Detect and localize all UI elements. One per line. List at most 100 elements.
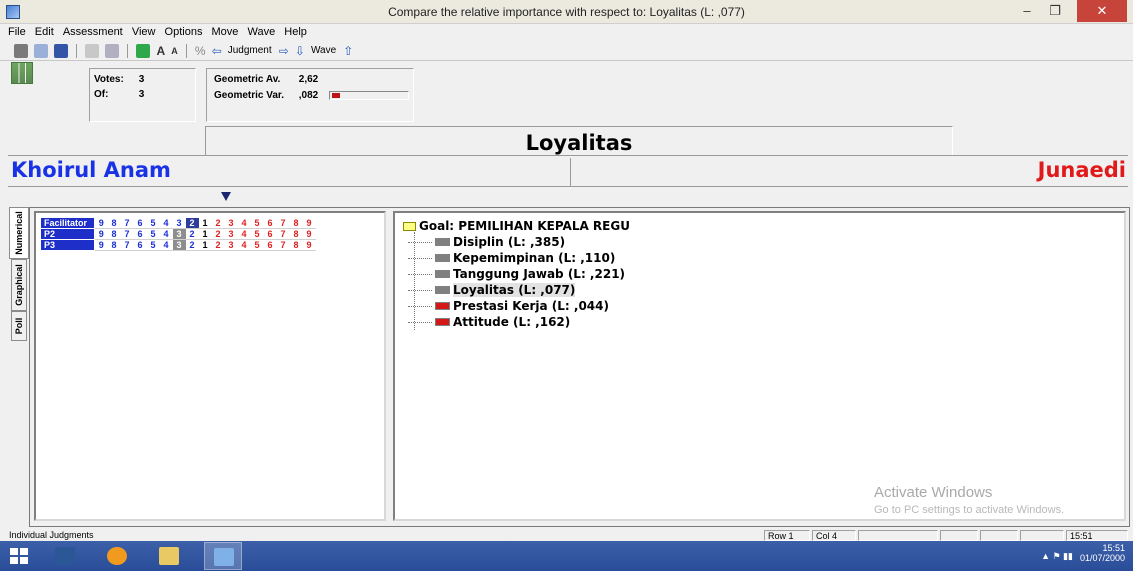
matrix-grid-icon[interactable]	[11, 62, 33, 84]
scale-cell[interactable]: 2	[185, 217, 199, 229]
scale-cell[interactable]: 9	[95, 218, 108, 229]
scale-cell[interactable]: 3	[225, 229, 238, 240]
minimize-icon[interactable]: –	[1013, 0, 1041, 22]
judgment-prev-icon[interactable]: ⇦	[212, 41, 222, 61]
scale-cell-equal[interactable]: 1	[199, 240, 212, 251]
scale-cell[interactable]: 8	[108, 229, 121, 240]
print-icon[interactable]	[14, 44, 28, 58]
chrome-like-icon[interactable]	[98, 542, 136, 570]
scale-cell[interactable]: 2	[212, 218, 225, 229]
font-smaller-icon[interactable]: A	[171, 41, 178, 61]
tree-node[interactable]: Loyalitas (L: ,077)	[401, 282, 630, 298]
expert-choice-icon[interactable]	[204, 542, 242, 570]
scale-cell[interactable]: 8	[108, 218, 121, 229]
scale-cell[interactable]: 2	[186, 229, 199, 240]
word-icon[interactable]	[46, 542, 84, 570]
scale-cell[interactable]: 2	[186, 240, 199, 251]
judgment-matrix-panel[interactable]: Facilitator 9 8 7 6 5 4 3 2 1 2 3 4 5 6 7 8 9 P2 9 8 7 6 5 4 3 2 1 2…	[34, 211, 386, 521]
scale-cell[interactable]: 6	[134, 240, 147, 251]
tab-graphical[interactable]: Graphical	[11, 259, 27, 311]
scale-cell[interactable]: 9	[95, 240, 108, 251]
copy-icon[interactable]	[105, 44, 120, 58]
tab-numerical[interactable]: Numerical	[9, 207, 29, 259]
scale-cell[interactable]: 2	[212, 229, 225, 240]
scale-cell[interactable]: 4	[160, 240, 173, 251]
judgment-next-icon[interactable]: ⇨	[279, 41, 289, 61]
scale-cell[interactable]: 3	[172, 228, 186, 240]
scale-cell[interactable]: 8	[290, 218, 303, 229]
menu-file[interactable]: File	[8, 24, 26, 41]
menu-move[interactable]: Move	[212, 24, 239, 41]
scale-cell[interactable]: 7	[277, 240, 290, 251]
scale-cell[interactable]: 5	[251, 218, 264, 229]
judgment-row[interactable]: Facilitator 9 8 7 6 5 4 3 2 1 2 3 4 5 6 7 8 9	[40, 217, 316, 229]
scale-cell[interactable]: 6	[264, 229, 277, 240]
scale-cell[interactable]: 8	[108, 240, 121, 251]
calculator-icon[interactable]	[136, 44, 151, 58]
judgment-row[interactable]: P3 9 8 7 6 5 4 3 2 1 2 3 4 5 6 7 8 9	[40, 239, 316, 251]
scale-cell[interactable]: 4	[160, 218, 173, 229]
judgment-row[interactable]: P2 9 8 7 6 5 4 3 2 1 2 3 4 5 6 7 8 9	[40, 228, 316, 240]
scale-cell[interactable]: 3	[173, 218, 186, 229]
scale-cell[interactable]: 3	[172, 239, 186, 251]
close-icon[interactable]: ✕	[1077, 0, 1127, 22]
scale-cell[interactable]: 5	[147, 229, 160, 240]
wave-up-icon[interactable]: ⇧	[343, 41, 353, 61]
scale-cell[interactable]: 3	[225, 218, 238, 229]
scale-cell[interactable]: 8	[290, 240, 303, 251]
scale-cell-equal[interactable]: 1	[199, 218, 212, 229]
scale-cell[interactable]: 5	[251, 229, 264, 240]
font-larger-icon[interactable]: A	[157, 41, 166, 61]
scale-cell[interactable]: 4	[238, 240, 251, 251]
scale-cell[interactable]: 4	[238, 229, 251, 240]
menu-view[interactable]: View	[132, 24, 156, 41]
hierarchy-panel[interactable]: Goal: PEMILIHAN KEPALA REGU Disiplin (L:…	[393, 211, 1126, 521]
scale-cell[interactable]: 9	[95, 229, 108, 240]
scale-cell[interactable]: 4	[160, 229, 173, 240]
tree-node[interactable]: Disiplin (L: ,385)	[401, 234, 630, 250]
scale-cell[interactable]: 8	[290, 229, 303, 240]
menu-options[interactable]: Options	[165, 24, 203, 41]
judgment-label[interactable]: Judgment	[228, 41, 272, 61]
scale-cell[interactable]: 2	[212, 240, 225, 251]
save-icon[interactable]	[54, 44, 69, 58]
scale-cell[interactable]: 9	[303, 240, 316, 251]
scale-cell[interactable]: 6	[134, 229, 147, 240]
tab-poll[interactable]: Poll	[11, 311, 27, 341]
print-preview-icon[interactable]	[34, 44, 49, 58]
tree-goal-node[interactable]: Goal: PEMILIHAN KEPALA REGU	[401, 218, 630, 234]
scale-cell[interactable]: 6	[264, 240, 277, 251]
restore-icon[interactable]: ❐	[1041, 0, 1069, 22]
scale-cell-equal[interactable]: 1	[199, 229, 212, 240]
scale-cell[interactable]: 9	[303, 218, 316, 229]
cut-icon[interactable]	[85, 44, 100, 58]
scale-cell[interactable]: 5	[147, 218, 160, 229]
scale-cell[interactable]: 7	[121, 218, 134, 229]
percent-icon[interactable]: %	[195, 41, 206, 61]
taskbar-clock[interactable]: 15:51 01/07/2000	[1080, 543, 1125, 563]
tree-node[interactable]: Tanggung Jawab (L: ,221)	[401, 266, 630, 282]
tree-node[interactable]: Kepemimpinan (L: ,110)	[401, 250, 630, 266]
scale-cell[interactable]: 7	[277, 218, 290, 229]
menu-edit[interactable]: Edit	[35, 24, 54, 41]
scale-cell[interactable]: 3	[225, 240, 238, 251]
scale-cell[interactable]: 9	[303, 229, 316, 240]
scale-cell[interactable]: 4	[238, 218, 251, 229]
wave-label[interactable]: Wave	[311, 41, 336, 61]
scale-cell[interactable]: 7	[277, 229, 290, 240]
scale-cell[interactable]: 7	[121, 229, 134, 240]
windows-start-icon[interactable]	[10, 548, 28, 564]
scale-cell[interactable]: 5	[251, 240, 264, 251]
wave-down-icon[interactable]: ⇩	[295, 41, 305, 61]
scale-cell[interactable]: 7	[121, 240, 134, 251]
menu-wave[interactable]: Wave	[247, 24, 275, 41]
menu-help[interactable]: Help	[284, 24, 307, 41]
tray-icons[interactable]: ▲ ⚑ ▮▮	[1041, 551, 1073, 562]
tree-node[interactable]: Prestasi Kerja (L: ,044)	[401, 298, 630, 314]
scale-cell[interactable]: 5	[147, 240, 160, 251]
menu-assessment[interactable]: Assessment	[63, 24, 123, 41]
file-explorer-icon[interactable]	[150, 542, 188, 570]
scale-cell[interactable]: 6	[264, 218, 277, 229]
tree-node[interactable]: Attitude (L: ,162)	[401, 314, 630, 330]
scale-cell[interactable]: 6	[134, 218, 147, 229]
